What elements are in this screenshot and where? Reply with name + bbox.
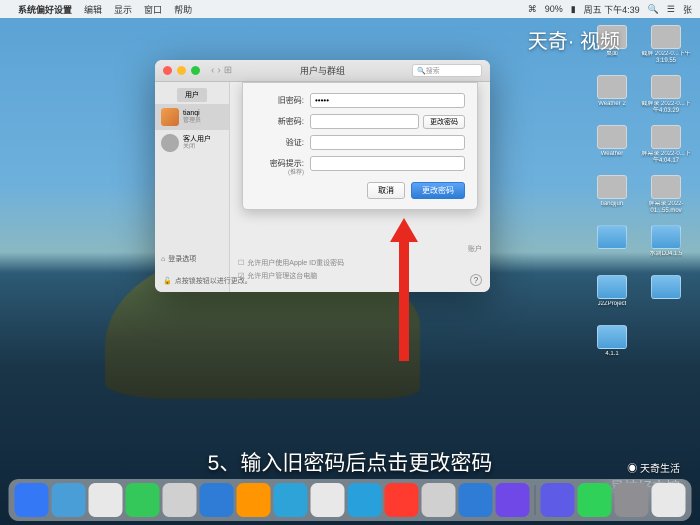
desktop-icon[interactable]: 4.1.1 <box>586 325 638 369</box>
annotation-arrow <box>390 218 418 361</box>
desktop-icon[interactable] <box>586 225 638 269</box>
avatar <box>161 108 179 126</box>
lock-row[interactable]: 🔓 点按锁按钮以进行更改。 <box>163 276 252 286</box>
watermark-br1: ◉ 天奇生活 <box>627 460 680 475</box>
desktop-icon[interactable]: 水滴DJ4.1.5 <box>640 225 692 269</box>
dock-item[interactable] <box>311 483 345 517</box>
wifi-icon[interactable]: ⌘ <box>528 4 537 15</box>
password-sheet: 旧密码: ••••• 新密码: 更改密码 验证: 密码提示: (推荐) <box>242 82 478 210</box>
cancel-button[interactable]: 取消 <box>367 182 405 199</box>
battery-icon[interactable]: ▮ <box>571 4 576 15</box>
window-title: 用户与群组 <box>155 64 490 77</box>
dock-item[interactable] <box>541 483 575 517</box>
house-icon: ⌂ <box>161 256 165 263</box>
dock-item[interactable] <box>163 483 197 517</box>
menu-window[interactable]: 窗口 <box>144 3 162 16</box>
dock-item[interactable] <box>237 483 271 517</box>
dock-item[interactable] <box>52 483 86 517</box>
menu-edit[interactable]: 编辑 <box>84 3 102 16</box>
desktop-icon[interactable]: tianqijun <box>586 175 638 219</box>
dock-item[interactable] <box>200 483 234 517</box>
sidebar-user-guest[interactable]: 客人用户关闭 <box>155 130 229 156</box>
dock-item[interactable] <box>578 483 612 517</box>
app-name[interactable]: 系统偏好设置 <box>18 3 72 16</box>
desktop-icon[interactable]: Weather 2 <box>586 75 638 119</box>
desktop-icon[interactable]: 截屏 2022-0...下午3:19.55 <box>640 25 692 69</box>
dock-item[interactable] <box>615 483 649 517</box>
main-panel: 旧密码: ••••• 新密码: 更改密码 验证: 密码提示: (推荐) <box>230 82 490 292</box>
dock-item[interactable] <box>89 483 123 517</box>
desktop-icon[interactable]: 屏幕录 2022-0...下午4:04.17 <box>640 125 692 169</box>
dock-item[interactable] <box>652 483 686 517</box>
change-password-side-button[interactable]: 更改密码 <box>423 115 465 129</box>
menu-help[interactable]: 帮助 <box>174 3 192 16</box>
desktop-icons: 桌面Weather 2WeathertianqijunJ2ZProject4.1… <box>640 25 692 319</box>
desktop-icon[interactable]: J2ZProject <box>586 275 638 319</box>
titlebar[interactable]: ‹›⊞ 用户与群组 🔍 搜索 <box>155 60 490 82</box>
help-button[interactable]: ? <box>470 274 482 286</box>
desktop-icon[interactable]: Weather <box>586 125 638 169</box>
hint-sublabel: (推荐) <box>255 167 310 176</box>
confirm-change-password-button[interactable]: 更改密码 <box>411 182 465 199</box>
old-password-label: 旧密码: <box>255 95 310 106</box>
dock-item[interactable] <box>422 483 456 517</box>
dock-item[interactable] <box>348 483 382 517</box>
control-center-icon[interactable]: ☰ <box>667 4 675 15</box>
verify-label: 验证: <box>255 137 310 148</box>
datetime[interactable]: 周五 下午4:39 <box>584 3 640 16</box>
desktop-icon[interactable] <box>640 275 692 319</box>
desktop-icon[interactable]: 截屏录 2022-0...下午4:03.29 <box>640 75 692 119</box>
sidebar: 用户 tianqi管理员 客人用户关闭 ⌂ 登录选项 <box>155 82 230 292</box>
dock <box>9 479 692 521</box>
dock-item[interactable] <box>274 483 308 517</box>
menubar: 系统偏好设置 编辑 显示 窗口 帮助 ⌘ 90% ▮ 周五 下午4:39 🔍 ☰… <box>0 0 700 18</box>
desktop-icon[interactable]: 屏幕录 2022-01...55.mov <box>640 175 692 219</box>
login-options[interactable]: ⌂ 登录选项 <box>161 254 196 264</box>
dock-item[interactable] <box>15 483 49 517</box>
avatar <box>161 134 179 152</box>
battery-percent: 90% <box>545 4 563 14</box>
checkbox-admin[interactable]: ☑允许用户管理这台电脑 <box>238 271 482 281</box>
account-label: 账户 <box>238 244 482 254</box>
checkbox-appleid[interactable]: ☐允许用户使用Apple ID重设密码 <box>238 258 482 268</box>
menu-view[interactable]: 显示 <box>114 3 132 16</box>
dock-item[interactable] <box>496 483 530 517</box>
dock-item[interactable] <box>459 483 493 517</box>
user-menu[interactable]: 张 <box>683 3 692 16</box>
new-password-label: 新密码: <box>255 116 310 127</box>
lock-icon: 🔓 <box>163 277 172 285</box>
dock-item[interactable] <box>385 483 419 517</box>
watermark-top: 天奇· 视频 <box>528 25 620 54</box>
dock-item[interactable] <box>126 483 160 517</box>
new-password-input[interactable] <box>310 114 419 129</box>
sidebar-tab[interactable]: 用户 <box>177 88 207 102</box>
caption: 5、输入旧密码后点击更改密码 <box>0 447 700 477</box>
sidebar-user-tianqi[interactable]: tianqi管理员 <box>155 104 229 130</box>
verify-input[interactable] <box>310 135 465 150</box>
search-icon[interactable]: 🔍 <box>648 4 659 15</box>
old-password-input[interactable]: ••••• <box>310 93 465 108</box>
users-groups-window: ‹›⊞ 用户与群组 🔍 搜索 用户 tianqi管理员 客人用户关闭 ⌂ 登录选… <box>155 60 490 292</box>
hint-input[interactable] <box>310 156 465 171</box>
